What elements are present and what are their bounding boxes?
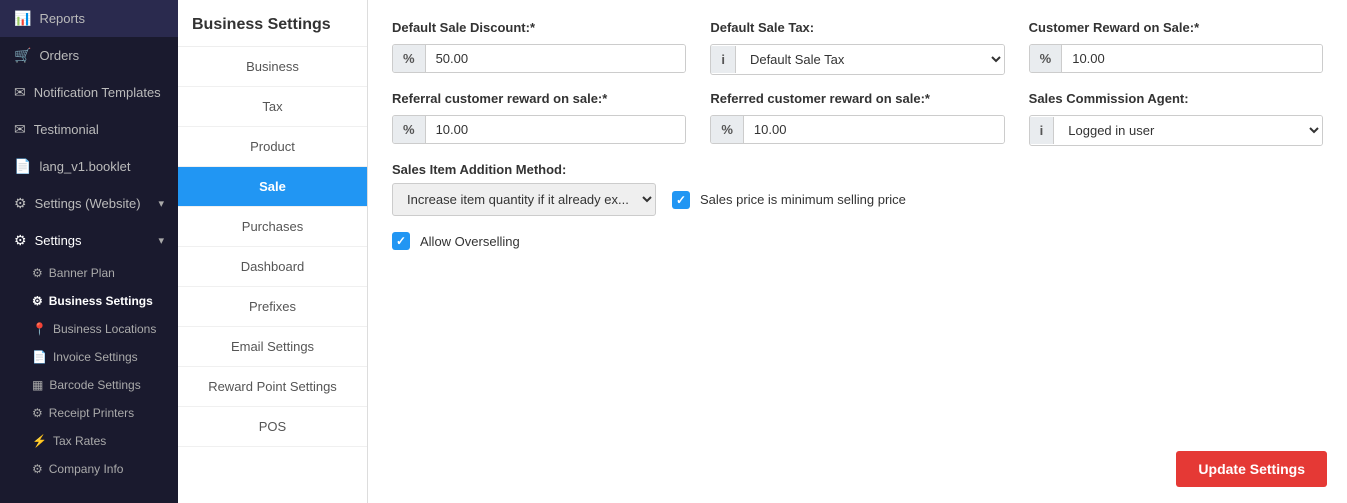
- main-content: Default Sale Discount:* % Default Sale T…: [368, 0, 1347, 503]
- sales-price-checkbox[interactable]: [672, 191, 690, 209]
- testimonial-icon: ✉: [14, 121, 26, 138]
- sales-item-addition-label: Sales Item Addition Method:: [392, 162, 1323, 177]
- form-group-customer-reward-on-sale: Customer Reward on Sale:* %: [1029, 20, 1323, 75]
- sidebar-sub-receipt-printers[interactable]: ⚙ Receipt Printers: [0, 399, 178, 427]
- sidebar-item-testimonial[interactable]: ✉ Testimonial: [0, 111, 178, 148]
- customer-reward-input-group: %: [1029, 44, 1323, 73]
- sidebar: 📊 Reports 🛒 Orders ✉ Notification Templa…: [0, 0, 178, 503]
- sidebar-sub-invoice-settings[interactable]: 📄 Invoice Settings: [0, 343, 178, 371]
- middle-panel-header: Business Settings: [178, 0, 367, 47]
- sidebar-item-reports[interactable]: 📊 Reports: [0, 0, 178, 37]
- settings-icon: ⚙: [14, 232, 27, 249]
- sales-item-addition-select[interactable]: Increase item quantity if it already ex.…: [392, 183, 656, 216]
- default-sale-discount-input-group: %: [392, 44, 686, 73]
- middle-nav-dashboard[interactable]: Dashboard: [178, 247, 367, 287]
- form-group-sales-commission: Sales Commission Agent: i Logged in user: [1029, 91, 1323, 146]
- allow-overselling-label: Allow Overselling: [420, 234, 520, 249]
- sidebar-sub-barcode-settings[interactable]: ▦ Barcode Settings: [0, 371, 178, 399]
- sales-commission-label: Sales Commission Agent:: [1029, 91, 1323, 106]
- barcode-icon: ▦: [32, 378, 43, 392]
- allow-overselling-row: Allow Overselling: [392, 232, 1323, 250]
- referred-reward-input-group: %: [710, 115, 1004, 144]
- notification-icon: ✉: [14, 84, 26, 101]
- percent-prefix-reward: %: [1030, 45, 1063, 72]
- middle-nav-sale[interactable]: Sale: [178, 167, 367, 207]
- invoice-icon: 📄: [32, 350, 47, 364]
- referral-reward-input-group: %: [392, 115, 686, 144]
- middle-nav-email-settings[interactable]: Email Settings: [178, 327, 367, 367]
- sidebar-item-settings[interactable]: ⚙ Settings ▾: [0, 222, 178, 259]
- referral-reward-input[interactable]: [426, 116, 686, 143]
- info-prefix-tax: i: [711, 46, 736, 73]
- update-settings-button[interactable]: Update Settings: [1176, 451, 1327, 487]
- reports-icon: 📊: [14, 10, 31, 27]
- form-group-referral-reward: Referral customer reward on sale:* %: [392, 91, 686, 146]
- sidebar-item-settings-website[interactable]: ⚙ Settings (Website) ▾: [0, 185, 178, 222]
- form-group-default-sale-discount: Default Sale Discount:* %: [392, 20, 686, 75]
- sidebar-item-notification-templates[interactable]: ✉ Notification Templates: [0, 74, 178, 111]
- sales-price-checkbox-row: Sales price is minimum selling price: [672, 191, 906, 209]
- percent-prefix-referral: %: [393, 116, 426, 143]
- sidebar-sub-banner-plan[interactable]: ⚙ Banner Plan: [0, 259, 178, 287]
- default-sale-tax-select[interactable]: Default Sale Tax: [736, 45, 1004, 74]
- location-icon: 📍: [32, 322, 47, 336]
- booklet-icon: 📄: [14, 158, 31, 175]
- sales-commission-select-wrapper: i Logged in user: [1029, 115, 1323, 146]
- default-sale-discount-label: Default Sale Discount:*: [392, 20, 686, 35]
- form-group-default-sale-tax: Default Sale Tax: i Default Sale Tax: [710, 20, 1004, 75]
- referred-reward-label: Referred customer reward on sale:*: [710, 91, 1004, 106]
- middle-panel: Business Settings Business Tax Product S…: [178, 0, 368, 503]
- referred-reward-input[interactable]: [744, 116, 1004, 143]
- percent-prefix-referred: %: [711, 116, 744, 143]
- form-row-1: Default Sale Discount:* % Default Sale T…: [392, 20, 1323, 75]
- sidebar-sub-business-locations[interactable]: 📍 Business Locations: [0, 315, 178, 343]
- form-group-referred-reward: Referred customer reward on sale:* %: [710, 91, 1004, 146]
- allow-overselling-checkbox[interactable]: [392, 232, 410, 250]
- customer-reward-input[interactable]: [1062, 45, 1322, 72]
- default-sale-discount-input[interactable]: [426, 45, 686, 72]
- sidebar-item-lang-booklet[interactable]: 📄 lang_v1.booklet: [0, 148, 178, 185]
- settings-website-icon: ⚙: [14, 195, 27, 212]
- percent-prefix-discount: %: [393, 45, 426, 72]
- middle-nav-business[interactable]: Business: [178, 47, 367, 87]
- business-settings-icon: ⚙: [32, 294, 43, 308]
- sidebar-sub-business-settings[interactable]: ⚙ Business Settings: [0, 287, 178, 315]
- sidebar-item-orders[interactable]: 🛒 Orders: [0, 37, 178, 74]
- form-row-2: Referral customer reward on sale:* % Ref…: [392, 91, 1323, 146]
- customer-reward-label: Customer Reward on Sale:*: [1029, 20, 1323, 35]
- orders-icon: 🛒: [14, 47, 31, 64]
- chevron-down-icon: ▾: [158, 197, 164, 210]
- referral-reward-label: Referral customer reward on sale:*: [392, 91, 686, 106]
- sales-method-row: Increase item quantity if it already ex.…: [392, 183, 1323, 216]
- middle-nav-tax[interactable]: Tax: [178, 87, 367, 127]
- sales-commission-select[interactable]: Logged in user: [1054, 116, 1322, 145]
- chevron-down-icon-settings: ▾: [158, 234, 164, 247]
- middle-nav-product[interactable]: Product: [178, 127, 367, 167]
- middle-nav-purchases[interactable]: Purchases: [178, 207, 367, 247]
- printer-icon: ⚙: [32, 406, 43, 420]
- sidebar-sub-tax-rates[interactable]: ⚡ Tax Rates: [0, 427, 178, 455]
- company-icon: ⚙: [32, 462, 43, 476]
- default-sale-tax-select-wrapper: i Default Sale Tax: [710, 44, 1004, 75]
- default-sale-tax-label: Default Sale Tax:: [710, 20, 1004, 35]
- info-prefix-commission: i: [1030, 117, 1055, 144]
- tax-icon: ⚡: [32, 434, 47, 448]
- sales-price-label: Sales price is minimum selling price: [700, 192, 906, 207]
- banner-plan-icon: ⚙: [32, 266, 43, 280]
- middle-nav-reward-point-settings[interactable]: Reward Point Settings: [178, 367, 367, 407]
- middle-nav-prefixes[interactable]: Prefixes: [178, 287, 367, 327]
- sales-item-addition-dropdown: Increase item quantity if it already ex.…: [392, 183, 656, 216]
- middle-nav-pos[interactable]: POS: [178, 407, 367, 447]
- sidebar-sub-company-info[interactable]: ⚙ Company Info: [0, 455, 178, 483]
